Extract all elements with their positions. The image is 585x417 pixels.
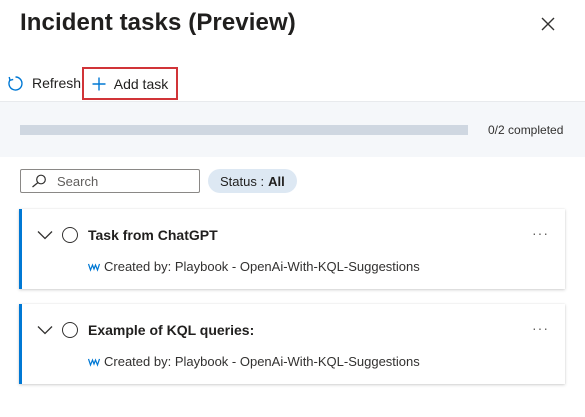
status-filter-label: Status : xyxy=(220,173,265,189)
task-complete-checkbox[interactable] xyxy=(62,227,78,243)
playbook-icon xyxy=(88,262,100,272)
search-icon xyxy=(32,174,46,188)
chevron-down-icon xyxy=(37,326,53,335)
search-placeholder: Search xyxy=(57,173,99,189)
status-filter-value: All xyxy=(268,173,285,189)
task-card[interactable]: Task from ChatGPT ··· Created by: Playbo… xyxy=(19,209,565,289)
add-task-button[interactable]: Add task xyxy=(82,67,178,100)
expand-button[interactable] xyxy=(37,227,53,243)
add-task-label: Add task xyxy=(113,75,169,92)
task-creator: Created by: Playbook - OpenAi-With-KQL-S… xyxy=(88,259,420,274)
task-title: Example of KQL queries: xyxy=(88,322,255,338)
plus-icon xyxy=(92,77,106,90)
more-options-button[interactable]: ··· xyxy=(532,225,549,241)
task-complete-checkbox[interactable] xyxy=(62,322,78,338)
progress-label: 0/2 completed xyxy=(488,123,564,137)
refresh-button[interactable]: Refresh xyxy=(7,66,81,100)
close-icon xyxy=(541,17,555,31)
search-input[interactable]: Search xyxy=(20,169,200,193)
task-title: Task from ChatGPT xyxy=(88,227,218,243)
panel-title: Incident tasks (Preview) xyxy=(20,9,296,36)
task-creator-label: Created by: Playbook - OpenAi-With-KQL-S… xyxy=(104,354,420,369)
refresh-label: Refresh xyxy=(32,75,82,91)
task-card[interactable]: Example of KQL queries: ··· Created by: … xyxy=(19,304,565,384)
status-filter[interactable]: Status : All xyxy=(208,169,297,193)
more-options-button[interactable]: ··· xyxy=(532,320,549,336)
task-creator: Created by: Playbook - OpenAi-With-KQL-S… xyxy=(88,354,420,369)
progress-bar xyxy=(20,125,468,135)
refresh-icon xyxy=(8,75,23,91)
playbook-icon xyxy=(88,357,100,367)
expand-button[interactable] xyxy=(37,322,53,338)
toolbar: Refresh Add task xyxy=(0,66,585,100)
close-button[interactable] xyxy=(538,14,558,34)
progress-section: 0/2 completed xyxy=(0,101,585,157)
task-creator-label: Created by: Playbook - OpenAi-With-KQL-S… xyxy=(104,259,420,274)
chevron-down-icon xyxy=(37,231,53,240)
